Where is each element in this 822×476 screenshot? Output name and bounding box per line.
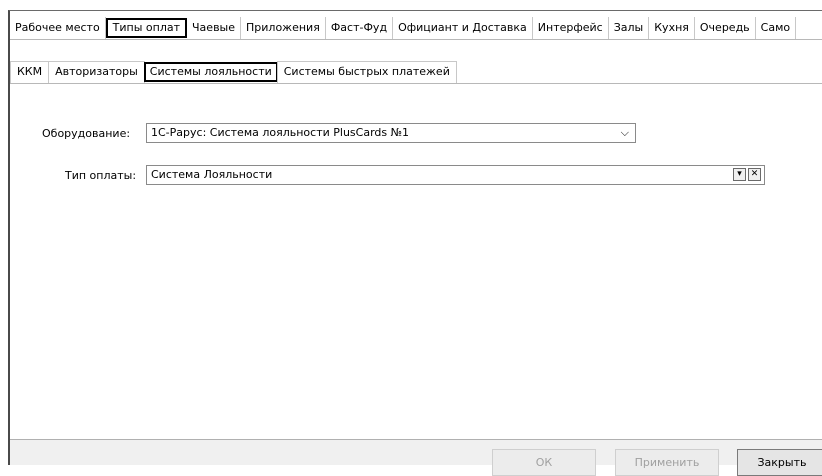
tabbar-divider xyxy=(10,39,822,40)
tab-applications[interactable]: Приложения xyxy=(241,17,326,39)
button-bar: ОК Применить Закрыть xyxy=(10,439,822,476)
chevron-down-icon: ⌵ xyxy=(620,126,629,139)
ok-button[interactable]: ОК xyxy=(492,449,596,476)
tab-queue[interactable]: Очередь xyxy=(695,17,756,39)
tab-halls[interactable]: Залы xyxy=(609,17,650,39)
tab-kkm[interactable]: ККМ xyxy=(10,61,50,83)
tab-self-service[interactable]: Само xyxy=(756,17,797,39)
dropdown-arrow-icon[interactable]: ▾ xyxy=(733,168,746,181)
clear-icon[interactable]: ✕ xyxy=(748,168,761,181)
tab-authorizers[interactable]: Авторизаторы xyxy=(48,61,145,83)
tab-fast-payment-systems[interactable]: Системы быстрых платежей xyxy=(276,61,457,83)
tab-loyalty-systems[interactable]: Системы лояльности xyxy=(143,62,278,82)
tab-tips[interactable]: Чаевые xyxy=(187,17,242,39)
equipment-value: 1С-Рарус: Система лояльности PlusCards №… xyxy=(151,126,410,139)
tab-fast-food[interactable]: Фаст-Фуд xyxy=(326,17,394,39)
payment-type-label: Тип оплаты: xyxy=(65,169,137,182)
sub-tabbar: ККМ Авторизаторы Системы лояльности Сист… xyxy=(10,61,457,83)
equipment-label: Оборудование: xyxy=(42,127,131,140)
subtabbar-divider xyxy=(10,83,822,84)
tab-interface[interactable]: Интерфейс xyxy=(533,17,609,39)
payment-type-value: Система Лояльности xyxy=(151,168,273,181)
tab-workplace[interactable]: Рабочее место xyxy=(10,17,106,39)
tab-kitchen[interactable]: Кухня xyxy=(649,17,695,39)
equipment-select[interactable]: 1С-Рарус: Система лояльности PlusCards №… xyxy=(146,123,636,143)
settings-window: Рабочее место Типы оплат Чаевые Приложен… xyxy=(8,10,822,476)
tab-waiter-delivery[interactable]: Официант и Доставка xyxy=(393,17,533,39)
apply-button[interactable]: Применить xyxy=(615,449,719,476)
close-button[interactable]: Закрыть xyxy=(737,449,822,476)
tab-payment-types[interactable]: Типы оплат xyxy=(105,18,188,38)
main-tabbar: Рабочее место Типы оплат Чаевые Приложен… xyxy=(10,17,797,39)
payment-type-field[interactable]: Система Лояльности ▾ ✕ xyxy=(146,165,765,185)
